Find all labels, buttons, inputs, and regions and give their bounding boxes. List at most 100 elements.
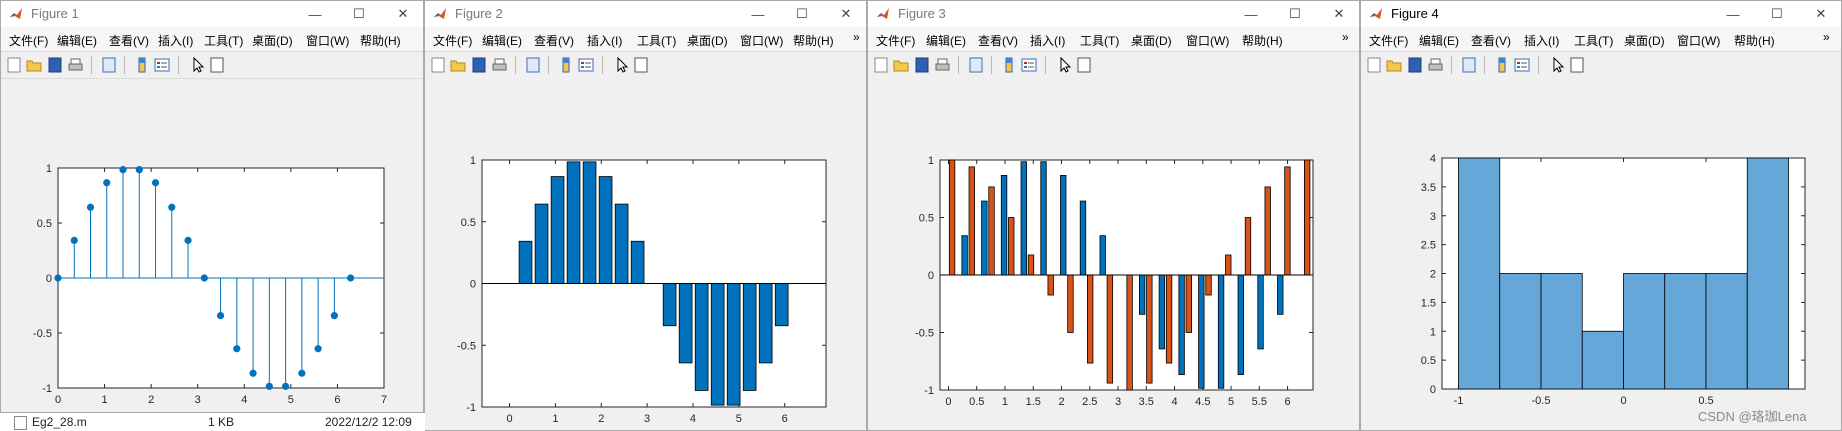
menu-desktop[interactable]: 桌面(D) [252,32,293,49]
insert-colorbar-icon[interactable] [1493,56,1511,74]
menu-tools[interactable]: 工具(T) [1574,32,1613,49]
maximize-button[interactable]: ☐ [337,1,381,27]
toolbar-separator [958,56,959,74]
minimize-button[interactable]: — [1711,1,1755,27]
menu-view[interactable]: 查看(V) [109,32,149,49]
stem-marker [103,179,111,187]
insert-legend-icon[interactable] [1020,56,1038,74]
open-file-icon[interactable] [892,56,910,74]
menu-overflow-icon[interactable]: » [1342,30,1349,44]
link-plot-icon[interactable] [524,56,542,74]
close-button[interactable]: ✕ [1317,1,1359,27]
property-inspector-icon[interactable] [1075,56,1093,74]
menu-window[interactable]: 窗口(W) [1186,32,1229,49]
close-button[interactable]: ✕ [1799,1,1841,27]
insert-colorbar-icon[interactable] [133,56,151,74]
menu-insert[interactable]: 插入(I) [1524,32,1559,49]
menu-file[interactable]: 文件(F) [9,32,48,49]
insert-colorbar-icon[interactable] [1000,56,1018,74]
link-plot-icon[interactable] [1460,56,1478,74]
menu-help[interactable]: 帮助(H) [1734,32,1775,49]
menu-edit[interactable]: 编辑(E) [1419,32,1459,49]
axes-canvas[interactable]: -1 -0.5 0 0.500.511.522.533.54 [1361,78,1841,430]
menu-view[interactable]: 查看(V) [534,32,574,49]
menu-overflow-icon[interactable]: » [1823,30,1830,44]
figure-canvas: 0 1 2 3 4 5 6 7 -1 -0.5 0 0.5 1 [1,86,423,412]
menu-window[interactable]: 窗口(W) [740,32,783,49]
title-bar[interactable]: Figure 2 — ☐ ✕ [425,1,866,27]
edit-plot-arrow-icon[interactable] [189,56,207,74]
menu-tools[interactable]: 工具(T) [1080,32,1119,49]
figure-canvas: -1 -0.5 0 0.5 0 0.5 1 1.5 2 2.5 3 3.5 4 [1361,78,1841,430]
edit-plot-arrow-icon[interactable] [1549,56,1567,74]
minimize-button[interactable]: — [736,1,780,27]
property-inspector-icon[interactable] [208,56,226,74]
edit-plot-arrow-icon[interactable] [613,56,631,74]
insert-colorbar-icon[interactable] [557,56,575,74]
save-icon[interactable] [46,56,64,74]
new-figure-icon[interactable] [872,56,890,74]
menu-desktop[interactable]: 桌面(D) [1624,32,1665,49]
menu-view[interactable]: 查看(V) [978,32,1018,49]
maximize-button[interactable]: ☐ [1755,1,1799,27]
minimize-button[interactable]: — [1229,1,1273,27]
menu-insert[interactable]: 插入(I) [1030,32,1065,49]
menu-window[interactable]: 窗口(W) [306,32,349,49]
bar [1165,274,1173,364]
open-file-icon[interactable] [25,56,43,74]
file-name: Eg2_28.m [32,415,87,429]
menu-file[interactable]: 文件(F) [1369,32,1408,49]
open-file-icon[interactable] [449,56,467,74]
print-icon[interactable] [66,56,84,74]
close-button[interactable]: ✕ [824,1,866,27]
menu-tools[interactable]: 工具(T) [637,32,676,49]
axes-canvas[interactable]: 0 0.5 1 1.5 2 2.5 3 3.5 4 4.5 5 5.5 6 -1 -0.5 0 0.5 1 [868,78,1359,430]
insert-legend-icon[interactable] [153,56,171,74]
menu-help[interactable]: 帮助(H) [1242,32,1283,49]
stem-marker [119,166,127,174]
maximize-button[interactable]: ☐ [1273,1,1317,27]
menu-insert[interactable]: 插入(I) [158,32,193,49]
menu-desktop[interactable]: 桌面(D) [1131,32,1172,49]
save-icon[interactable] [470,56,488,74]
maximize-button[interactable]: ☐ [780,1,824,27]
insert-legend-icon[interactable] [1513,56,1531,74]
file-explorer-row[interactable]: Eg2_28.m 1 KB 2022/12/2 12:09 [0,413,425,431]
link-plot-icon[interactable] [967,56,985,74]
title-bar[interactable]: Figure 1 — ☐ ✕ [1,1,423,27]
axes-canvas[interactable]: 0 1 2 3 4 5 6 -1 -0.5 0 0.5 1 [425,78,866,430]
menu-desktop[interactable]: 桌面(D) [687,32,728,49]
menu-edit[interactable]: 编辑(E) [57,32,97,49]
property-inspector-icon[interactable] [632,56,650,74]
menu-file[interactable]: 文件(F) [876,32,915,49]
title-bar[interactable]: Figure 3 — ☐ ✕ [868,1,1359,27]
save-icon[interactable] [1406,56,1424,74]
axes-canvas[interactable]: 0 1 2 3 4 5 6 7 -1 -0.5 0 0.5 1 [1,86,423,412]
menu-edit[interactable]: 编辑(E) [926,32,966,49]
minimize-button[interactable]: — [293,1,337,27]
menu-view[interactable]: 查看(V) [1471,32,1511,49]
insert-legend-icon[interactable] [577,56,595,74]
open-file-icon[interactable] [1385,56,1403,74]
new-figure-icon[interactable] [429,56,447,74]
menu-edit[interactable]: 编辑(E) [482,32,522,49]
new-figure-icon[interactable] [1365,56,1383,74]
menu-file[interactable]: 文件(F) [433,32,472,49]
print-icon[interactable] [933,56,951,74]
menu-help[interactable]: 帮助(H) [360,32,401,49]
title-bar[interactable]: Figure 4 — ☐ ✕ [1361,1,1841,27]
save-icon[interactable] [913,56,931,74]
new-figure-icon[interactable] [5,56,23,74]
edit-plot-arrow-icon[interactable] [1056,56,1074,74]
menu-insert[interactable]: 插入(I) [587,32,622,49]
property-inspector-icon[interactable] [1568,56,1586,74]
print-icon[interactable] [490,56,508,74]
link-plot-icon[interactable] [100,56,118,74]
menu-help[interactable]: 帮助(H) [793,32,834,49]
menu-tools[interactable]: 工具(T) [204,32,243,49]
close-button[interactable]: ✕ [381,1,423,27]
menu-window[interactable]: 窗口(W) [1677,32,1720,49]
menu-overflow-icon[interactable]: » [853,30,860,44]
y-tick-label: 1 [928,155,934,167]
print-icon[interactable] [1426,56,1444,74]
